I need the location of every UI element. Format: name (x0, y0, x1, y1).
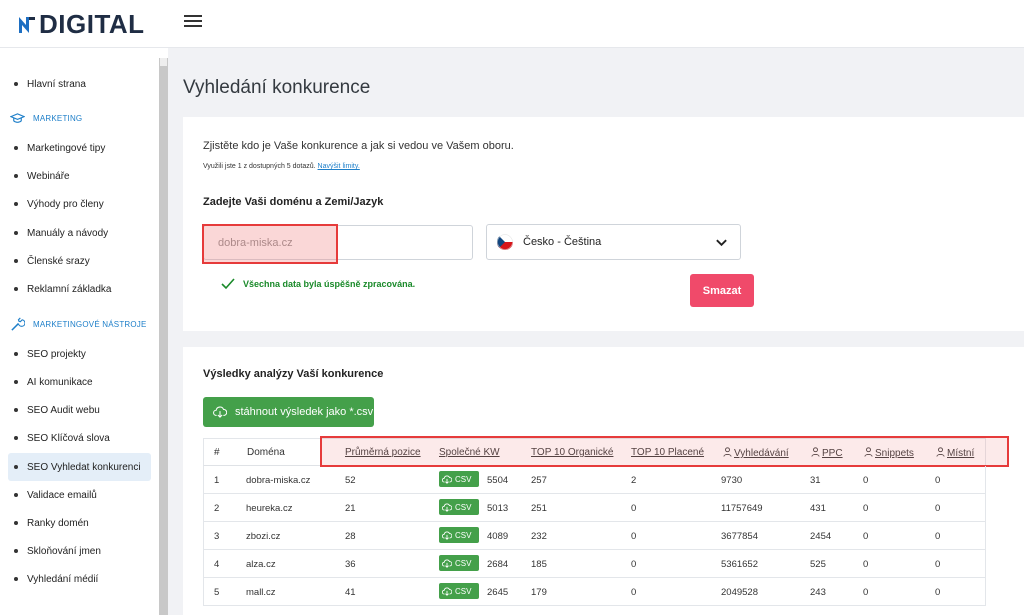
page-title: Vyhledání konkurence (183, 77, 371, 98)
user-icon (864, 447, 873, 457)
sidebar-item-home[interactable]: Hlavní strana (8, 70, 151, 98)
sidebar-item-seo-keywords[interactable]: SEO Klíčová slova (8, 424, 151, 452)
menu-toggle-icon[interactable] (184, 15, 202, 29)
sidebar-item-label: AI komunikace (27, 376, 93, 388)
sidebar-item-domain-ranks[interactable]: Ranky domén (8, 509, 151, 537)
user-icon (811, 447, 820, 457)
sidebar-item-email-validation[interactable]: Validace emailů (8, 481, 151, 509)
sidebar-item-label: SEO Klíčová slova (27, 432, 110, 444)
header-rank: # (214, 447, 220, 458)
usage-info: Využili jste 1 z dostupných 5 dotazů. Na… (203, 163, 360, 170)
header-domain: Doména (247, 447, 285, 458)
header-top10-organic[interactable]: TOP 10 Organické (531, 447, 613, 458)
sidebar-item-marketing-tips[interactable]: Marketingové tipy (8, 134, 151, 162)
header-common-kw[interactable]: Společné KW (439, 447, 500, 458)
table-row: 5 mall.cz 41 CSV 2645 179 0 2049528 243 … (203, 578, 986, 606)
sidebar-item-ad-basics[interactable]: Reklamní základka (8, 275, 151, 303)
sidebar-item-label: SEO projekty (27, 348, 86, 360)
header-local[interactable]: Místní (936, 447, 974, 459)
cloud-download-icon (442, 558, 452, 568)
sidebar-section-marketing: MARKETING (10, 111, 82, 126)
sidebar-item-seo-competitors[interactable]: SEO Vyhledat konkurenci (8, 453, 151, 481)
cloud-download-icon (442, 502, 452, 512)
sidebar-item-member-benefits[interactable]: Výhody pro členy (8, 190, 151, 218)
sidebar-item-label: Ranky domén (27, 517, 89, 529)
user-icon (723, 447, 732, 457)
row-csv-button[interactable]: CSV (439, 527, 479, 543)
header-top10-paid[interactable]: TOP 10 Placené (631, 447, 704, 458)
search-card: Zjistěte kdo je Vaše konkurence a jak si… (183, 117, 1024, 331)
sidebar-item-manuals[interactable]: Manuály a návody (8, 219, 151, 247)
row-csv-button[interactable]: CSV (439, 583, 479, 599)
table-row: 4 alza.cz 36 CSV 2684 185 0 5361652 525 … (203, 550, 986, 578)
row-csv-button[interactable]: CSV (439, 555, 479, 571)
row-csv-button[interactable]: CSV (439, 499, 479, 515)
sidebar-item-label: SEO Audit webu (27, 404, 100, 416)
sidebar-item-label: Skloňování jmen (27, 545, 101, 557)
sidebar-item-name-declension[interactable]: Skloňování jmen (8, 537, 151, 565)
user-icon (936, 447, 945, 457)
sidebar-item-label: Validace emailů (27, 489, 97, 501)
sidebar-item-seo-audit[interactable]: SEO Audit webu (8, 396, 151, 424)
download-csv-button[interactable]: stáhnout výsledek jako *.csv (203, 397, 374, 427)
results-title: Výsledky analýzy Vaší konkurence (203, 368, 384, 380)
sidebar-item-label: Hlavní strana (27, 78, 86, 90)
language-select[interactable]: Česko - Čeština (486, 224, 741, 260)
header-avg-position[interactable]: Průměrná pozice (345, 447, 421, 458)
logo-mark-icon (16, 13, 38, 35)
sidebar-item-label: Vyhledání médií (27, 573, 99, 585)
sidebar-scrollbar[interactable] (159, 58, 168, 615)
sidebar-item-label: Reklamní základka (27, 283, 112, 295)
cloud-download-icon (442, 530, 452, 540)
results-table: # Doména Průměrná pozice Společné KW TOP… (203, 436, 1009, 606)
sidebar-item-media-search[interactable]: Vyhledání médií (8, 565, 151, 593)
sidebar-item-seo-projects[interactable]: SEO projekty (8, 340, 151, 368)
logo-text: DIGITAL (39, 9, 145, 39)
sidebar-section-marketing-tools: MARKETINGOVÉ NÁSTROJE (10, 317, 147, 332)
checkmark-icon (221, 278, 235, 290)
top-bar: DIGITAL (0, 0, 1024, 48)
sidebar-item-label: Marketingové tipy (27, 142, 106, 154)
cloud-download-icon (442, 586, 452, 596)
increase-limits-link[interactable]: Navýšit limity. (318, 163, 360, 170)
domain-input[interactable] (203, 225, 473, 260)
sidebar-item-label: Členské srazy (27, 255, 90, 267)
graduation-cap-icon (10, 113, 25, 123)
logo[interactable]: DIGITAL (16, 11, 145, 37)
table-header: # Doména Průměrná pozice Společné KW TOP… (203, 436, 1009, 467)
sidebar-item-member-meetups[interactable]: Členské srazy (8, 247, 151, 275)
usage-text: Využili jste 1 z dostupných 5 dotazů. (203, 163, 316, 170)
table-row: 2 heureka.cz 21 CSV 5013 251 0 11757649 … (203, 494, 986, 522)
sidebar-item-label: Výhody pro členy (27, 198, 104, 210)
chevron-down-icon (716, 239, 727, 247)
sidebar-item-ai-communication[interactable]: AI komunikace (8, 368, 151, 396)
sidebar-item-label: Manuály a návody (27, 227, 109, 239)
czech-flag-icon (497, 234, 513, 250)
form-label: Zadejte Vaši doménu a Zemi/Jazyk (203, 196, 384, 208)
row-csv-button[interactable]: CSV (439, 471, 479, 487)
sidebar-item-webinars[interactable]: Webináře (8, 162, 151, 190)
success-message: Všechna data byla úspěšně zpracována. (221, 278, 415, 290)
tools-icon (11, 317, 25, 331)
language-select-value: Česko - Čeština (523, 236, 602, 248)
table-row: 1 dobra-miska.cz 52 CSV 5504 257 2 9730 … (203, 466, 986, 494)
header-snippets[interactable]: Snippets (864, 447, 914, 459)
clear-button[interactable]: Smazat (690, 274, 754, 307)
sidebar-item-label: Webináře (27, 170, 70, 182)
header-search[interactable]: Vyhledávání (723, 447, 789, 459)
table-row: 3 zbozi.cz 28 CSV 4089 232 0 3677854 245… (203, 522, 986, 550)
header-ppc[interactable]: PPC (811, 447, 843, 459)
intro-text: Zjistěte kdo je Vaše konkurence a jak si… (203, 140, 514, 152)
sidebar-item-label: SEO Vyhledat konkurenci (27, 461, 141, 473)
cloud-download-icon (213, 406, 227, 418)
sidebar: Hlavní strana MARKETING Marketingové tip… (0, 48, 168, 615)
cloud-download-icon (442, 474, 452, 484)
results-card: Výsledky analýzy Vaší konkurence stáhnou… (183, 347, 1024, 615)
